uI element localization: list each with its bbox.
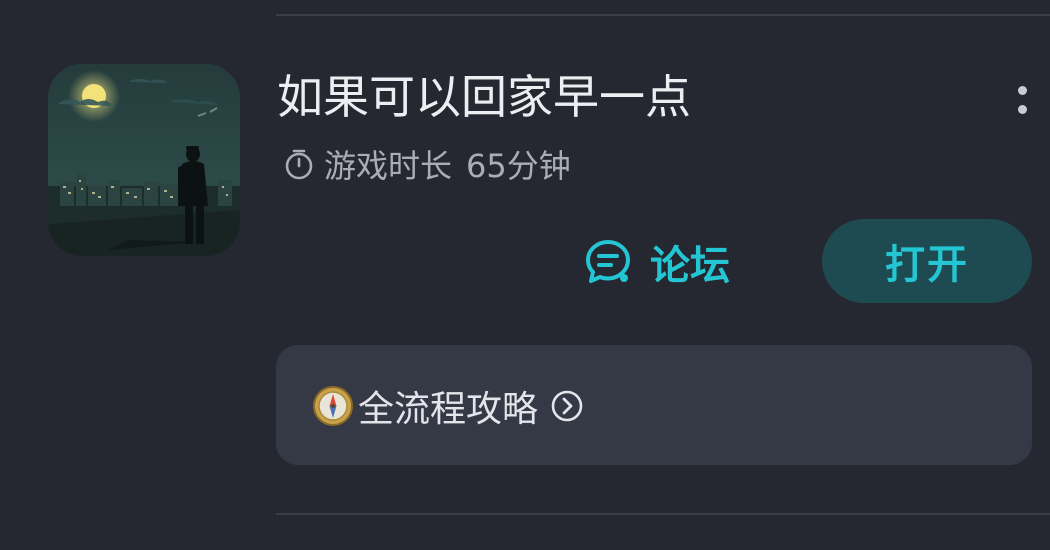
playtime-label: 游戏时长 — [324, 147, 453, 185]
playtime-row: 游戏时长 65分钟 — [282, 142, 571, 186]
open-button[interactable]: 打开 — [822, 219, 1032, 303]
compass-icon — [313, 386, 353, 426]
more-vertical-icon — [1017, 86, 1027, 95]
game-cover-image[interactable] — [48, 64, 240, 256]
walkthrough-guide-link[interactable]: 全流程攻略 — [312, 383, 584, 430]
game-cover-art — [48, 64, 240, 256]
more-options-button[interactable] — [1006, 80, 1038, 120]
playtime-value: 65分钟 — [466, 147, 571, 185]
timer-icon — [285, 149, 313, 180]
forum-chat-icon — [586, 240, 630, 283]
guide-label: 全流程攻略 — [358, 389, 539, 430]
guide-card: 全流程攻略 — [276, 345, 1032, 465]
forum-button[interactable]: 论坛 — [584, 234, 730, 290]
forum-label: 论坛 — [650, 243, 730, 289]
more-vertical-icon-dot — [1017, 105, 1027, 114]
game-list-item: 如果可以回家早一点 游戏时长 65分钟 论坛 打开 全流程攻略 — [0, 0, 1050, 550]
bottom-divider — [276, 513, 1050, 515]
game-title[interactable]: 如果可以回家早一点 — [277, 68, 691, 126]
chevron-right-circle-icon — [551, 390, 583, 422]
top-divider — [276, 14, 1050, 16]
